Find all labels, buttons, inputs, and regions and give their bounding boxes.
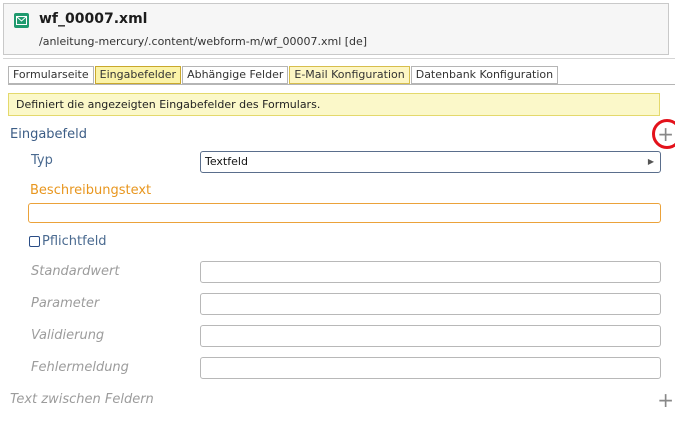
- pflichtfeld-checkbox[interactable]: [29, 236, 40, 247]
- standardwert-label: Standardwert: [31, 264, 120, 279]
- pflichtfeld-label: Pflichtfeld: [42, 234, 107, 249]
- plus-icon[interactable]: +: [657, 390, 674, 410]
- fehlermeldung-input[interactable]: [200, 357, 661, 379]
- tab-abhaengige-felder[interactable]: Abhängige Felder: [182, 66, 289, 84]
- file-name: wf_00007.xml: [39, 11, 148, 27]
- parameter-input[interactable]: [200, 293, 661, 315]
- typ-select-value: Textfeld: [205, 155, 248, 168]
- file-path: /anleitung-mercury/.content/webform-m/wf…: [39, 35, 368, 48]
- typ-label: Typ: [31, 153, 53, 168]
- tab-bar: Formularseite Eingabefelder Abhängige Fe…: [8, 66, 559, 84]
- tab-eingabefelder[interactable]: Eingabefelder: [94, 66, 182, 84]
- beschreibungstext-input[interactable]: [28, 203, 661, 223]
- caret-right-icon: ▶: [647, 157, 654, 166]
- validierung-input[interactable]: [200, 325, 661, 347]
- annotation-circle: [652, 119, 675, 149]
- divider: [3, 58, 675, 59]
- validierung-label: Validierung: [31, 328, 105, 343]
- info-box: Definiert die angezeigten Eingabefelder …: [8, 93, 660, 116]
- beschreibungstext-label: Beschreibungstext: [30, 183, 152, 198]
- standardwert-input[interactable]: [200, 261, 661, 283]
- parameter-label: Parameter: [31, 296, 100, 311]
- tab-email-konfiguration[interactable]: E-Mail Konfiguration: [289, 66, 410, 84]
- tab-datenbank-konfiguration[interactable]: Datenbank Konfiguration: [410, 66, 559, 84]
- fehlermeldung-label: Fehlermeldung: [31, 360, 129, 375]
- typ-select[interactable]: Textfeld ▶: [200, 151, 661, 173]
- text-zwischen-feldern-label: Text zwischen Feldern: [10, 392, 154, 407]
- tab-formularseite[interactable]: Formularseite: [8, 66, 94, 84]
- mail-icon: [14, 13, 29, 28]
- editor-header: wf_00007.xml /anleitung-mercury/.content…: [3, 3, 669, 55]
- section-title: Eingabefeld: [10, 127, 87, 142]
- tab-underline: [8, 84, 675, 85]
